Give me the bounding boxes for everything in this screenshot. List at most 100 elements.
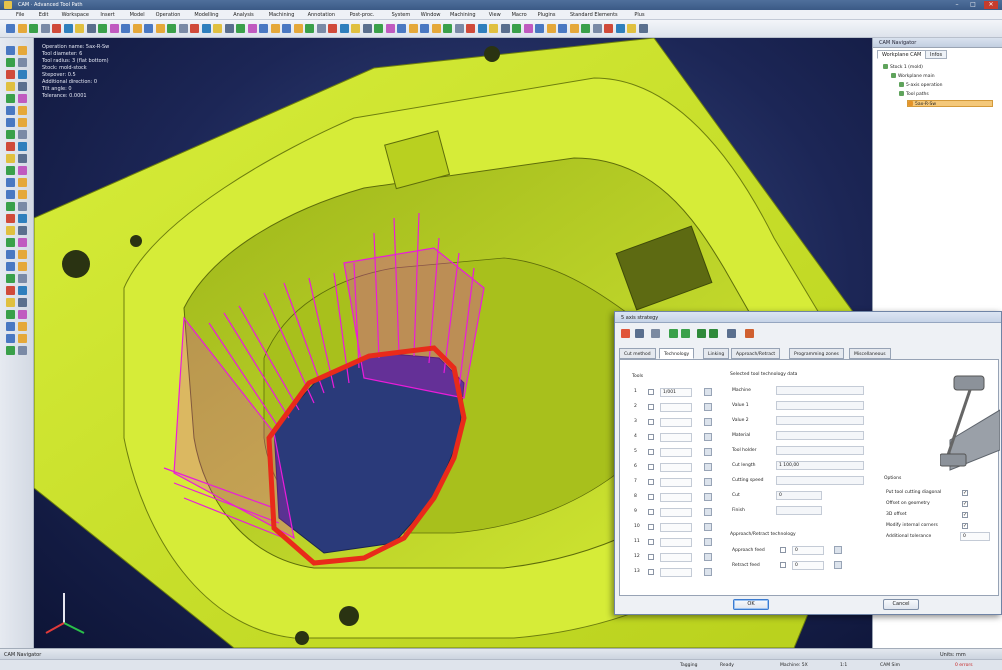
- left-tool-icon[interactable]: [6, 190, 15, 199]
- toolbar-button-icon[interactable]: [132, 24, 142, 33]
- tool-select-icon[interactable]: [704, 418, 712, 426]
- tool-select-icon[interactable]: [704, 553, 712, 561]
- left-tool-icon[interactable]: [6, 250, 15, 259]
- left-tool-icon[interactable]: [6, 202, 15, 211]
- toolbar-button-icon[interactable]: [236, 24, 245, 33]
- menu-item-15[interactable]: Macro: [512, 12, 527, 18]
- toolbar-button-icon[interactable]: [454, 24, 464, 33]
- left-tool-icon[interactable]: [6, 82, 15, 91]
- tool-row-spinner[interactable]: [660, 568, 692, 577]
- toolbar-button-icon[interactable]: [362, 24, 372, 33]
- menu-item-11[interactable]: System: [392, 12, 411, 18]
- list-icon[interactable]: [635, 329, 644, 338]
- left-tool-icon[interactable]: [18, 262, 27, 271]
- toolbar-button-icon[interactable]: [121, 24, 130, 33]
- left-tool-icon[interactable]: [6, 130, 15, 139]
- menu-item-5[interactable]: Operation: [156, 12, 181, 18]
- toolbar-button-icon[interactable]: [144, 24, 153, 33]
- menu-item-0[interactable]: File: [16, 12, 24, 18]
- close-icon[interactable]: ✕: [984, 1, 998, 9]
- left-tool-icon[interactable]: [6, 58, 15, 67]
- option-checkbox[interactable]: ✓: [962, 512, 968, 518]
- toolbar-button-icon[interactable]: [374, 24, 383, 33]
- taskbar-item-0[interactable]: Ready: [720, 663, 734, 668]
- menu-item-2[interactable]: Workspace: [62, 12, 89, 18]
- tool-select-icon[interactable]: [704, 568, 712, 576]
- left-tool-icon[interactable]: [6, 262, 15, 271]
- menu-item-3[interactable]: Insert: [100, 12, 114, 18]
- table-icon[interactable]: [697, 329, 706, 338]
- tree-node-toolpaths[interactable]: Tool paths: [899, 91, 929, 98]
- toolbar-button-icon[interactable]: [466, 24, 475, 33]
- tool-row-checkbox[interactable]: [648, 449, 654, 455]
- menu-item-14[interactable]: View: [489, 12, 501, 18]
- taskbar-item-2[interactable]: 1:1: [840, 663, 847, 668]
- maximize-icon[interactable]: □: [966, 1, 980, 9]
- left-tool-icon[interactable]: [6, 310, 15, 319]
- left-tool-icon[interactable]: [18, 214, 27, 223]
- tool-row-spinner[interactable]: [660, 433, 692, 442]
- left-tool-icon[interactable]: [18, 298, 27, 307]
- tool-row-spinner[interactable]: 1/001: [660, 388, 692, 397]
- option-spinner[interactable]: 0: [960, 532, 990, 541]
- left-tool-icon[interactable]: [18, 226, 27, 235]
- tool-row-spinner[interactable]: [660, 448, 692, 457]
- toolbar-button-icon[interactable]: [638, 24, 648, 33]
- toolbar-button-icon[interactable]: [155, 24, 165, 33]
- save-icon[interactable]: [651, 329, 660, 338]
- grid-icon[interactable]: [709, 329, 718, 338]
- left-tool-icon[interactable]: [18, 178, 27, 187]
- left-tool-icon[interactable]: [6, 226, 15, 235]
- left-tool-icon[interactable]: [6, 142, 15, 151]
- tool-row-spinner[interactable]: [660, 463, 692, 472]
- tab-programming-zones[interactable]: Programming zones: [789, 348, 844, 359]
- option-checkbox[interactable]: ✓: [962, 501, 968, 507]
- approach-select-icon[interactable]: [834, 561, 842, 569]
- left-tool-icon[interactable]: [18, 346, 27, 355]
- toolbar-button-icon[interactable]: [305, 24, 314, 33]
- tool-row-spinner[interactable]: [660, 523, 692, 532]
- menu-item-10[interactable]: Post-proc.: [350, 12, 375, 18]
- tab-approach-retract[interactable]: Approach/Retract: [731, 348, 781, 359]
- tool-select-icon[interactable]: [704, 493, 712, 501]
- left-tool-icon[interactable]: [18, 130, 27, 139]
- toolbar-button-icon[interactable]: [477, 24, 487, 33]
- toolbar-button-icon[interactable]: [86, 24, 96, 33]
- minimize-icon[interactable]: –: [950, 1, 964, 9]
- toolbar-button-icon[interactable]: [408, 24, 418, 33]
- tool-row-checkbox[interactable]: [648, 569, 654, 575]
- tab-cut-method[interactable]: Cut method: [619, 348, 656, 359]
- left-tool-icon[interactable]: [18, 286, 27, 295]
- toolbar-button-icon[interactable]: [339, 24, 349, 33]
- tool-row-spinner[interactable]: [660, 478, 692, 487]
- left-tool-icon[interactable]: [18, 166, 27, 175]
- left-tool-icon[interactable]: [18, 118, 27, 127]
- tech-field-value[interactable]: [776, 431, 864, 440]
- toolbar-button-icon[interactable]: [592, 24, 602, 33]
- copy-icon[interactable]: [669, 329, 678, 338]
- tool-select-icon[interactable]: [704, 478, 712, 486]
- tree-node-operation[interactable]: 5-axis operation: [899, 82, 943, 89]
- toolbar-button-icon[interactable]: [178, 24, 188, 33]
- tool-row-checkbox[interactable]: [648, 539, 654, 545]
- toolbar-button-icon[interactable]: [247, 24, 257, 33]
- tool-select-icon[interactable]: [704, 448, 712, 456]
- approach-select-icon[interactable]: [834, 546, 842, 554]
- left-tool-icon[interactable]: [6, 322, 15, 331]
- left-tool-icon[interactable]: [18, 274, 27, 283]
- toolbar-button-icon[interactable]: [63, 24, 73, 33]
- left-tool-icon[interactable]: [6, 298, 15, 307]
- left-tool-icon[interactable]: [6, 94, 15, 103]
- toolbar-button-icon[interactable]: [282, 24, 291, 33]
- tree-node-stock[interactable]: Stock 1 (mold): [883, 64, 923, 71]
- left-tool-icon[interactable]: [18, 94, 27, 103]
- left-tool-icon[interactable]: [18, 310, 27, 319]
- toolbar-button-icon[interactable]: [29, 24, 38, 33]
- left-tool-icon[interactable]: [18, 106, 27, 115]
- left-tool-icon[interactable]: [18, 334, 27, 343]
- left-tool-icon[interactable]: [18, 142, 27, 151]
- left-tool-icon[interactable]: [18, 322, 27, 331]
- toolbar-button-icon[interactable]: [546, 24, 556, 33]
- toolbar-button-icon[interactable]: [523, 24, 533, 33]
- tab-linking[interactable]: Linking: [703, 348, 730, 359]
